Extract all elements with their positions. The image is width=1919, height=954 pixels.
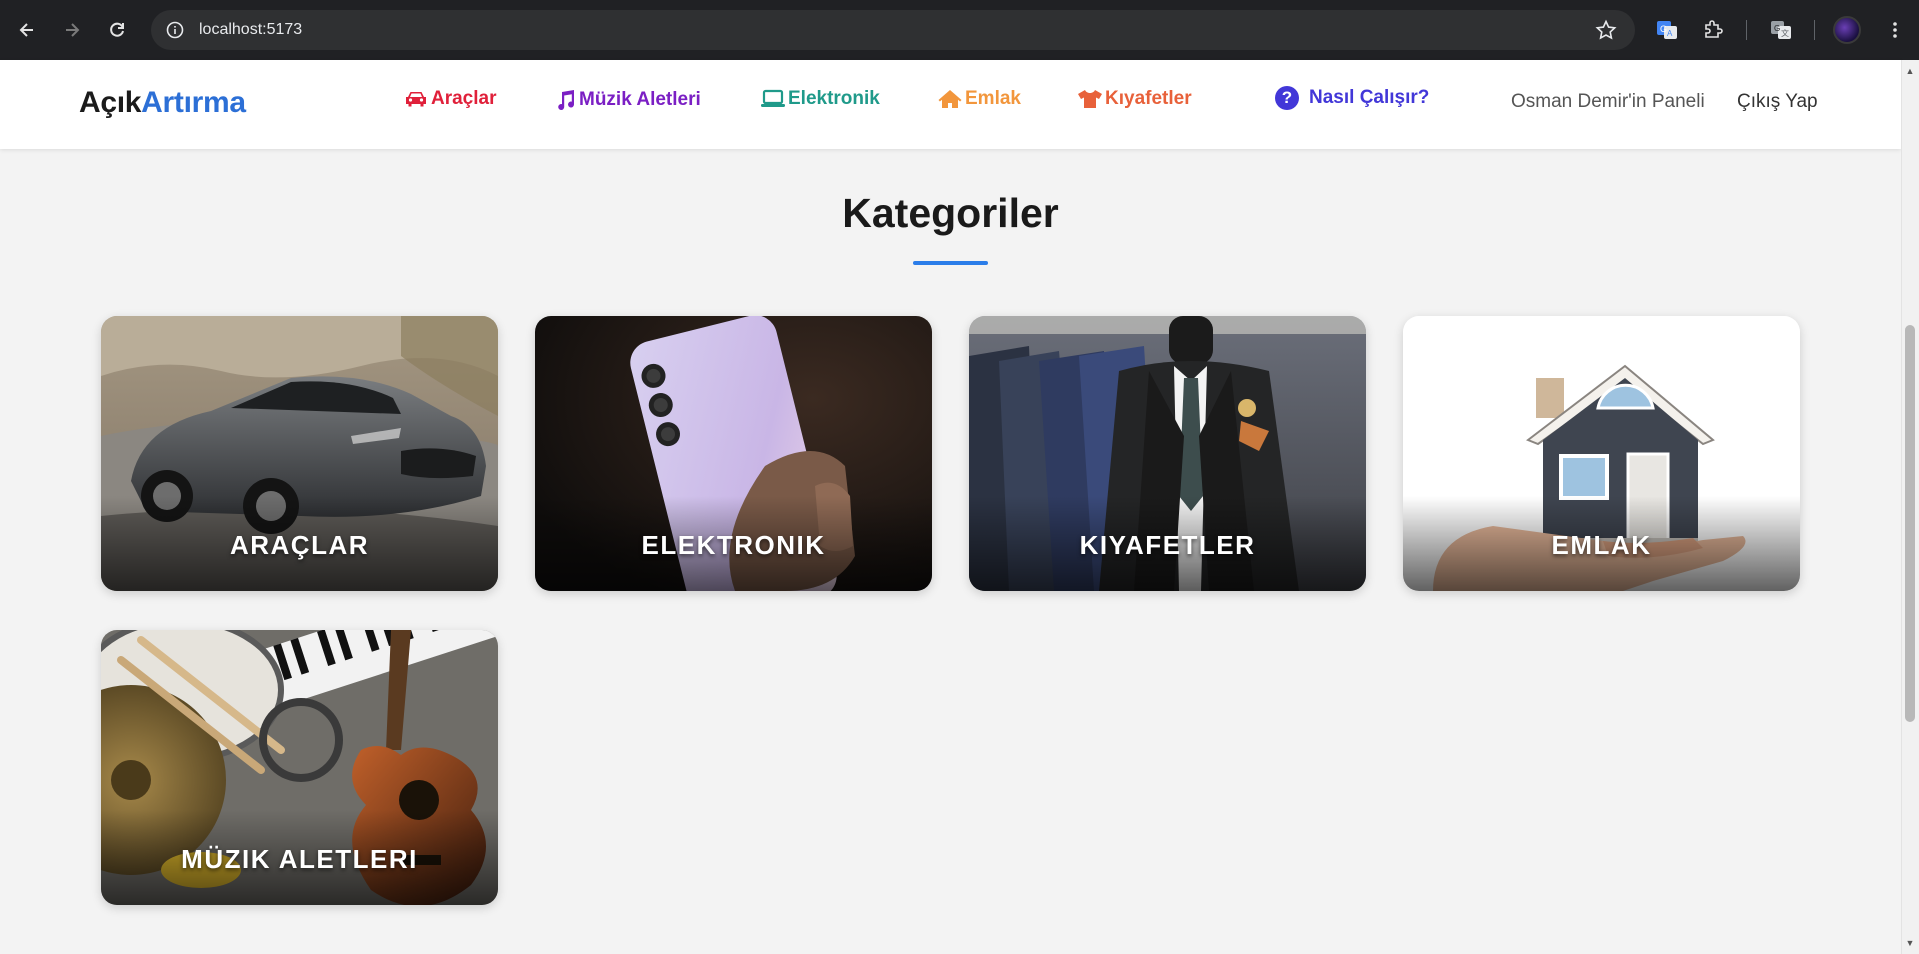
- house-icon: [938, 90, 962, 108]
- nav-label: Araçlar: [431, 88, 497, 109]
- category-card-elektronik[interactable]: ELEKTRONIK: [535, 316, 932, 591]
- how-it-works-link[interactable]: ? Nasıl Çalışır?: [1275, 86, 1429, 110]
- tshirt-icon: [1078, 90, 1102, 108]
- kebab-menu-icon: [1893, 22, 1897, 38]
- category-card-araclar[interactable]: ARAÇLAR: [101, 316, 498, 591]
- forward-button[interactable]: [56, 14, 88, 46]
- toolbar-separator: [1746, 20, 1747, 40]
- nav-link-emlak[interactable]: Emlak: [937, 88, 1021, 110]
- nav-label: Kıyafetler: [1105, 88, 1192, 109]
- category-label: EMLAK: [1551, 530, 1652, 560]
- scroll-up-arrow-icon[interactable]: ▲: [1905, 66, 1915, 76]
- logo-part-1: Açık: [79, 86, 142, 119]
- reload-button[interactable]: [101, 14, 133, 46]
- category-label: ARAÇLAR: [229, 530, 370, 560]
- scrollbar-thumb[interactable]: [1905, 325, 1915, 722]
- url-text[interactable]: localhost:5173: [199, 21, 302, 39]
- title-underline: [913, 261, 988, 265]
- user-panel-link[interactable]: Osman Demir'in Paneli: [1511, 91, 1705, 113]
- puzzle-icon: [1705, 20, 1723, 38]
- how-it-works-label: Nasıl Çalışır?: [1309, 87, 1430, 108]
- question-circle-icon: ?: [1275, 86, 1299, 110]
- laptop-icon: [761, 89, 785, 107]
- svg-text:G: G: [1660, 24, 1667, 34]
- toolbar-separator: [1814, 20, 1815, 40]
- nav-link-araclar[interactable]: Araçlar: [403, 88, 497, 110]
- svg-text:G: G: [1774, 24, 1780, 33]
- translate-extension-button[interactable]: GA: [1651, 14, 1683, 46]
- category-label: MÜZIK ALETLERI: [181, 844, 418, 874]
- category-label: ELEKTRONIK: [641, 530, 826, 560]
- nav-link-muzik-aletleri[interactable]: Müzik Aletleri: [553, 88, 701, 112]
- scroll-down-arrow-icon[interactable]: ▼: [1905, 938, 1915, 948]
- site-header: AçıkArtırma Araçlar Müzik Aletleri Elekt…: [0, 60, 1901, 149]
- nav-label: Elektronik: [788, 88, 880, 109]
- translate-page-icon: G文: [1771, 21, 1791, 39]
- back-button[interactable]: [11, 14, 43, 46]
- nav-label: Emlak: [965, 88, 1021, 109]
- nav-label: Müzik Aletleri: [579, 89, 701, 110]
- translate-page-button[interactable]: G文: [1765, 14, 1797, 46]
- browser-toolbar: localhost:5173 GA G文: [0, 0, 1919, 60]
- profile-avatar[interactable]: [1833, 16, 1861, 44]
- star-icon: [1595, 19, 1617, 40]
- category-card-kiyafetler[interactable]: KIYAFETLER: [969, 316, 1366, 591]
- page-title: Kategoriler: [842, 190, 1059, 236]
- browser-menu-button[interactable]: [1879, 14, 1911, 46]
- svg-text:文: 文: [1781, 28, 1789, 38]
- info-icon: [166, 21, 184, 39]
- address-bar[interactable]: localhost:5173: [151, 10, 1635, 50]
- bookmark-button[interactable]: [1595, 19, 1617, 46]
- music-note-icon: [558, 90, 574, 110]
- car-icon: [406, 92, 426, 107]
- translate-icon: GA: [1657, 21, 1677, 39]
- svg-text:A: A: [1667, 29, 1673, 38]
- arrow-left-icon: [19, 23, 33, 37]
- logout-link[interactable]: Çıkış Yap: [1737, 91, 1818, 113]
- reload-icon: [110, 22, 124, 37]
- category-card-muzik-aletleri[interactable]: MÜZIK ALETLERI: [101, 630, 498, 905]
- category-label: KIYAFETLER: [1079, 530, 1256, 560]
- nav-link-elektronik[interactable]: Elektronik: [760, 88, 880, 110]
- category-card-emlak[interactable]: EMLAK: [1403, 316, 1800, 591]
- extensions-button[interactable]: [1697, 14, 1729, 46]
- arrow-right-icon: [66, 23, 80, 37]
- site-logo[interactable]: AçıkArtırma: [79, 86, 246, 120]
- nav-link-kiyafetler[interactable]: Kıyafetler: [1077, 88, 1192, 110]
- logo-part-2: Artırma: [141, 86, 246, 119]
- site-info-button[interactable]: [163, 18, 187, 42]
